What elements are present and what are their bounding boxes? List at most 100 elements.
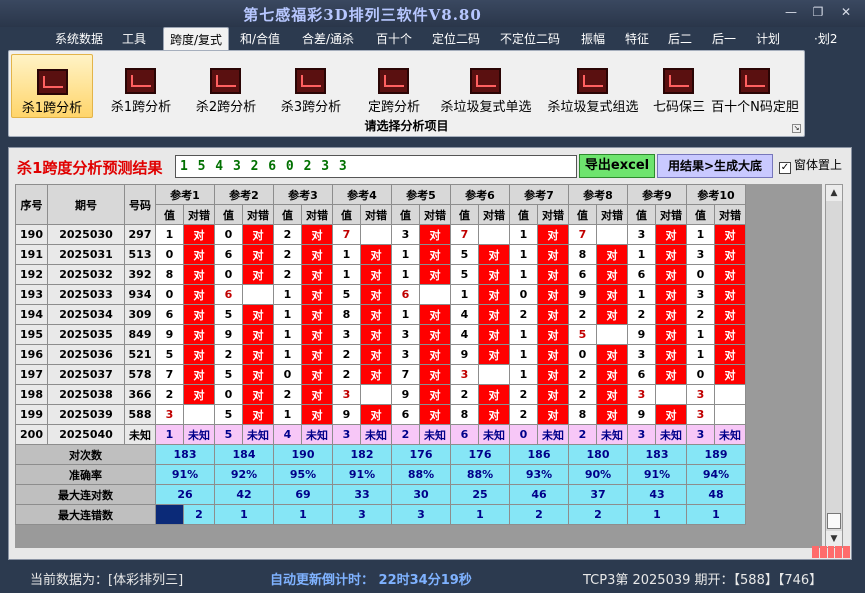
check-cell: 对 [360, 344, 392, 365]
menu-item-10[interactable]: 特征 [625, 30, 649, 47]
table-row[interactable]: 198 2025038 366 2 对 0 对 2 对 3 9 对 2 对 2 对 2 对 3 3 [15, 384, 746, 405]
subheader-check: 对错 [242, 204, 274, 225]
ribbon-button-3[interactable]: 杀2跨分析 [184, 54, 268, 118]
subheader-check: 对错 [478, 204, 510, 225]
menu-item-2[interactable]: 工具 [122, 30, 146, 47]
ribbon-button-label: 杀垃圾复式组选 [547, 100, 639, 115]
check-cell: 对 [655, 364, 687, 385]
value-cell: 1 [509, 224, 538, 245]
stats-value: 1 [273, 504, 333, 525]
code-cell: 366 [124, 384, 156, 405]
table-row[interactable]: 197 2025037 578 7 对 5 对 0 对 2 对 7 对 3 1 对 2 对 6 对 0 对 [15, 364, 746, 385]
table-row[interactable]: 196 2025036 521 5 对 2 对 1 对 2 对 3 对 9 对 1 对 0 对 3 对 1 对 [15, 344, 746, 365]
check-cell: 对 [419, 224, 451, 245]
table-row[interactable]: 194 2025034 309 6 对 5 对 1 对 8 对 1 对 4 对 2 对 2 对 2 对 2 对 [15, 304, 746, 325]
value-cell: 1 [155, 424, 184, 445]
value-cell: 9 [450, 344, 479, 365]
check-cell: 对 [537, 324, 569, 345]
ribbon-button-label: 杀1跨分析 [110, 100, 172, 115]
ribbon-button-7[interactable]: 杀垃圾复式组选 [540, 54, 646, 118]
table-row[interactable]: 191 2025031 513 0 对 6 对 2 对 1 对 1 对 5 对 1 对 8 对 1 对 3 对 [15, 244, 746, 265]
restore-icon[interactable]: ❐ [808, 5, 828, 19]
ribbon-button-4[interactable]: 杀3跨分析 [269, 54, 353, 118]
menu-item-5[interactable]: 合差/通杀 [302, 30, 354, 47]
scroll-thumb[interactable] [827, 513, 841, 529]
vertical-scrollbar[interactable]: ▲ ▼ [825, 184, 843, 548]
menu-item-11[interactable]: 后二 [668, 30, 692, 47]
value-cell: 3 [332, 424, 361, 445]
stats-value: 91% [332, 464, 392, 485]
value-cell: 1 [391, 304, 420, 325]
close-icon[interactable]: ✕ [836, 5, 856, 19]
ribbon-button-9[interactable]: 百十个N码定胆 [711, 54, 799, 118]
menu-item-12[interactable]: 后一 [712, 30, 736, 47]
menu-item-13[interactable]: 计划 [756, 30, 780, 47]
check-cell: 对 [419, 304, 451, 325]
table-row[interactable]: 193 2025033 934 0 对 6 1 对 5 对 6 1 对 0 对 9 对 1 对 3 对 [15, 284, 746, 305]
ribbon-button-1[interactable]: 杀1跨分析 [11, 54, 93, 118]
scroll-up-icon[interactable]: ▲ [826, 185, 842, 201]
check-cell: 对 [301, 404, 333, 425]
value-cell: 2 [273, 384, 302, 405]
period-cell: 2025034 [47, 304, 125, 325]
analysis-panel: 杀1跨度分析预测结果 1 5 4 3 2 6 0 2 3 3 导出excel 用… [8, 147, 852, 560]
value-cell: 3 [391, 324, 420, 345]
value-cell: 9 [627, 404, 656, 425]
period-cell: 2025030 [47, 224, 125, 245]
ribbon-button-8[interactable]: 七码保三 [647, 54, 711, 118]
checkbox-icon[interactable]: ✓ [779, 162, 791, 174]
menu-item-8[interactable]: 不定位二码 [500, 30, 560, 47]
ribbon-button-label: 杀1跨分析 [21, 101, 83, 116]
pending-row[interactable]: 200 2025040 未知 1 未知 5 未知 4 未知 3 未知 2 未知 6 未知 0 未知 2 未知 3 未知 3… [15, 424, 746, 445]
menu-item-1[interactable]: 系统数据 [55, 30, 103, 47]
stats-value: 2 [568, 504, 628, 525]
result-field[interactable]: 1 5 4 3 2 6 0 2 3 3 [175, 155, 577, 178]
stats-value: 95% [273, 464, 333, 485]
check-cell: 对 [714, 344, 746, 365]
seq-cell: 190 [15, 224, 48, 245]
expand-icon[interactable]: ↘ [792, 124, 801, 133]
export-excel-button[interactable]: 导出excel [579, 154, 655, 178]
table-row[interactable]: 190 2025030 297 1 对 0 对 2 对 7 3 对 7 1 对 7 3 对 1 对 [15, 224, 746, 245]
generate-button[interactable]: 用结果>生成大底 [657, 154, 773, 178]
value-cell: 3 [627, 344, 656, 365]
stats-value: 183 [627, 444, 687, 465]
stats-value: 43 [627, 484, 687, 505]
table-row[interactable]: 199 2025039 588 3 5 对 1 对 9 对 6 对 8 对 2 对 8 对 9 对 3 [15, 404, 746, 425]
table-row[interactable]: 192 2025032 392 8 对 0 对 2 对 1 对 1 对 5 对 1 对 6 对 6 对 0 对 [15, 264, 746, 285]
pin-window-checkbox[interactable]: ✓ 窗体置上 [779, 156, 842, 174]
subheader-check: 对错 [596, 204, 628, 225]
value-cell: 9 [627, 324, 656, 345]
check-cell: 对 [360, 284, 392, 305]
menu-item-3[interactable]: 跨度/复式 [163, 27, 230, 51]
scroll-down-icon[interactable]: ▼ [826, 531, 842, 547]
check-cell: 对 [242, 224, 274, 245]
menu-item-6[interactable]: 百十个 [376, 30, 412, 47]
table-row[interactable]: 195 2025035 849 9 对 9 对 1 对 3 对 3 对 4 对 1 对 5 9 对 1 对 [15, 324, 746, 345]
stats-value: 92% [214, 464, 274, 485]
check-cell: 对 [419, 244, 451, 265]
value-cell: 0 [214, 264, 243, 285]
check-cell [655, 384, 687, 405]
value-cell: 2 [273, 244, 302, 265]
menu-item-7[interactable]: 定位二码 [432, 30, 480, 47]
ribbon-button-2[interactable]: 杀1跨分析 [99, 54, 183, 118]
ribbon-button-6[interactable]: 杀垃圾复式单选 [433, 54, 539, 118]
code-cell: 588 [124, 404, 156, 425]
period-cell: 2025039 [47, 404, 125, 425]
menu-item-4[interactable]: 和/合值 [240, 30, 280, 47]
value-cell: 0 [273, 364, 302, 385]
check-cell: 对 [183, 264, 215, 285]
header-ref: 参考5 [391, 184, 451, 205]
menu-item-14[interactable]: ·划2 [814, 30, 837, 47]
check-cell: 对 [655, 344, 687, 365]
stats-value: 88% [391, 464, 451, 485]
code-cell: 934 [124, 284, 156, 305]
check-cell: 对 [478, 324, 510, 345]
code-cell: 521 [124, 344, 156, 365]
ribbon-button-5[interactable]: 定跨分析 [354, 54, 434, 118]
value-cell: 5 [214, 404, 243, 425]
minimize-icon[interactable]: — [781, 5, 801, 19]
menu-item-9[interactable]: 振幅 [581, 30, 605, 47]
code-cell: 392 [124, 264, 156, 285]
